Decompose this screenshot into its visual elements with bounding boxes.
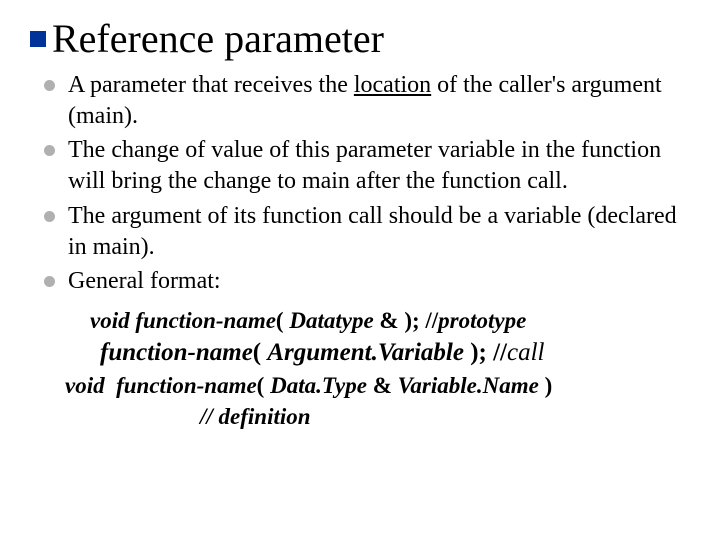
code-text: Argument.Variable xyxy=(267,339,464,366)
code-text: Data.Type xyxy=(270,373,367,398)
code-text: void function-name xyxy=(90,308,276,333)
code-line-definition-comment: // definition xyxy=(200,401,690,432)
code-text: prototype xyxy=(438,308,526,333)
code-text: function-name xyxy=(100,339,253,366)
text: A parameter that receives the xyxy=(68,72,354,98)
code-text: ); // xyxy=(464,339,507,366)
code-line-call: function-name( Argument.Variable ); //ca… xyxy=(100,336,690,370)
code-text: void function-name xyxy=(65,373,257,398)
code-text: ( xyxy=(276,308,289,333)
code-text: & ); // xyxy=(374,308,439,333)
code-line-prototype: void function-name( Datatype & ); //prot… xyxy=(90,305,690,336)
code-text: Datatype xyxy=(289,308,373,333)
code-text: ( xyxy=(253,339,268,366)
list-item: The change of value of this parameter va… xyxy=(40,135,680,196)
list-item: The argument of its function call should… xyxy=(40,201,680,262)
code-text: ( xyxy=(257,373,270,398)
page-title: Reference parameter xyxy=(52,18,384,60)
text: The argument of its function call should… xyxy=(68,203,677,260)
code-text: ) xyxy=(539,373,552,398)
code-text: call xyxy=(507,339,545,366)
list-item: A parameter that receives the location o… xyxy=(40,70,680,131)
code-text: & xyxy=(367,373,398,398)
slide: Reference parameter A parameter that rec… xyxy=(0,0,720,540)
bullet-list: A parameter that receives the location o… xyxy=(30,70,690,297)
text: The change of value of this parameter va… xyxy=(68,137,661,194)
underlined-text: location xyxy=(354,72,431,98)
list-item: General format: xyxy=(40,266,680,297)
text: General format: xyxy=(68,268,221,294)
title-bullet-icon xyxy=(30,31,46,47)
code-text: Variable.Name xyxy=(398,373,539,398)
title-row: Reference parameter xyxy=(30,18,690,60)
code-line-definition: void function-name( Data.Type & Variable… xyxy=(65,370,690,401)
code-block: void function-name( Datatype & ); //prot… xyxy=(90,305,690,432)
